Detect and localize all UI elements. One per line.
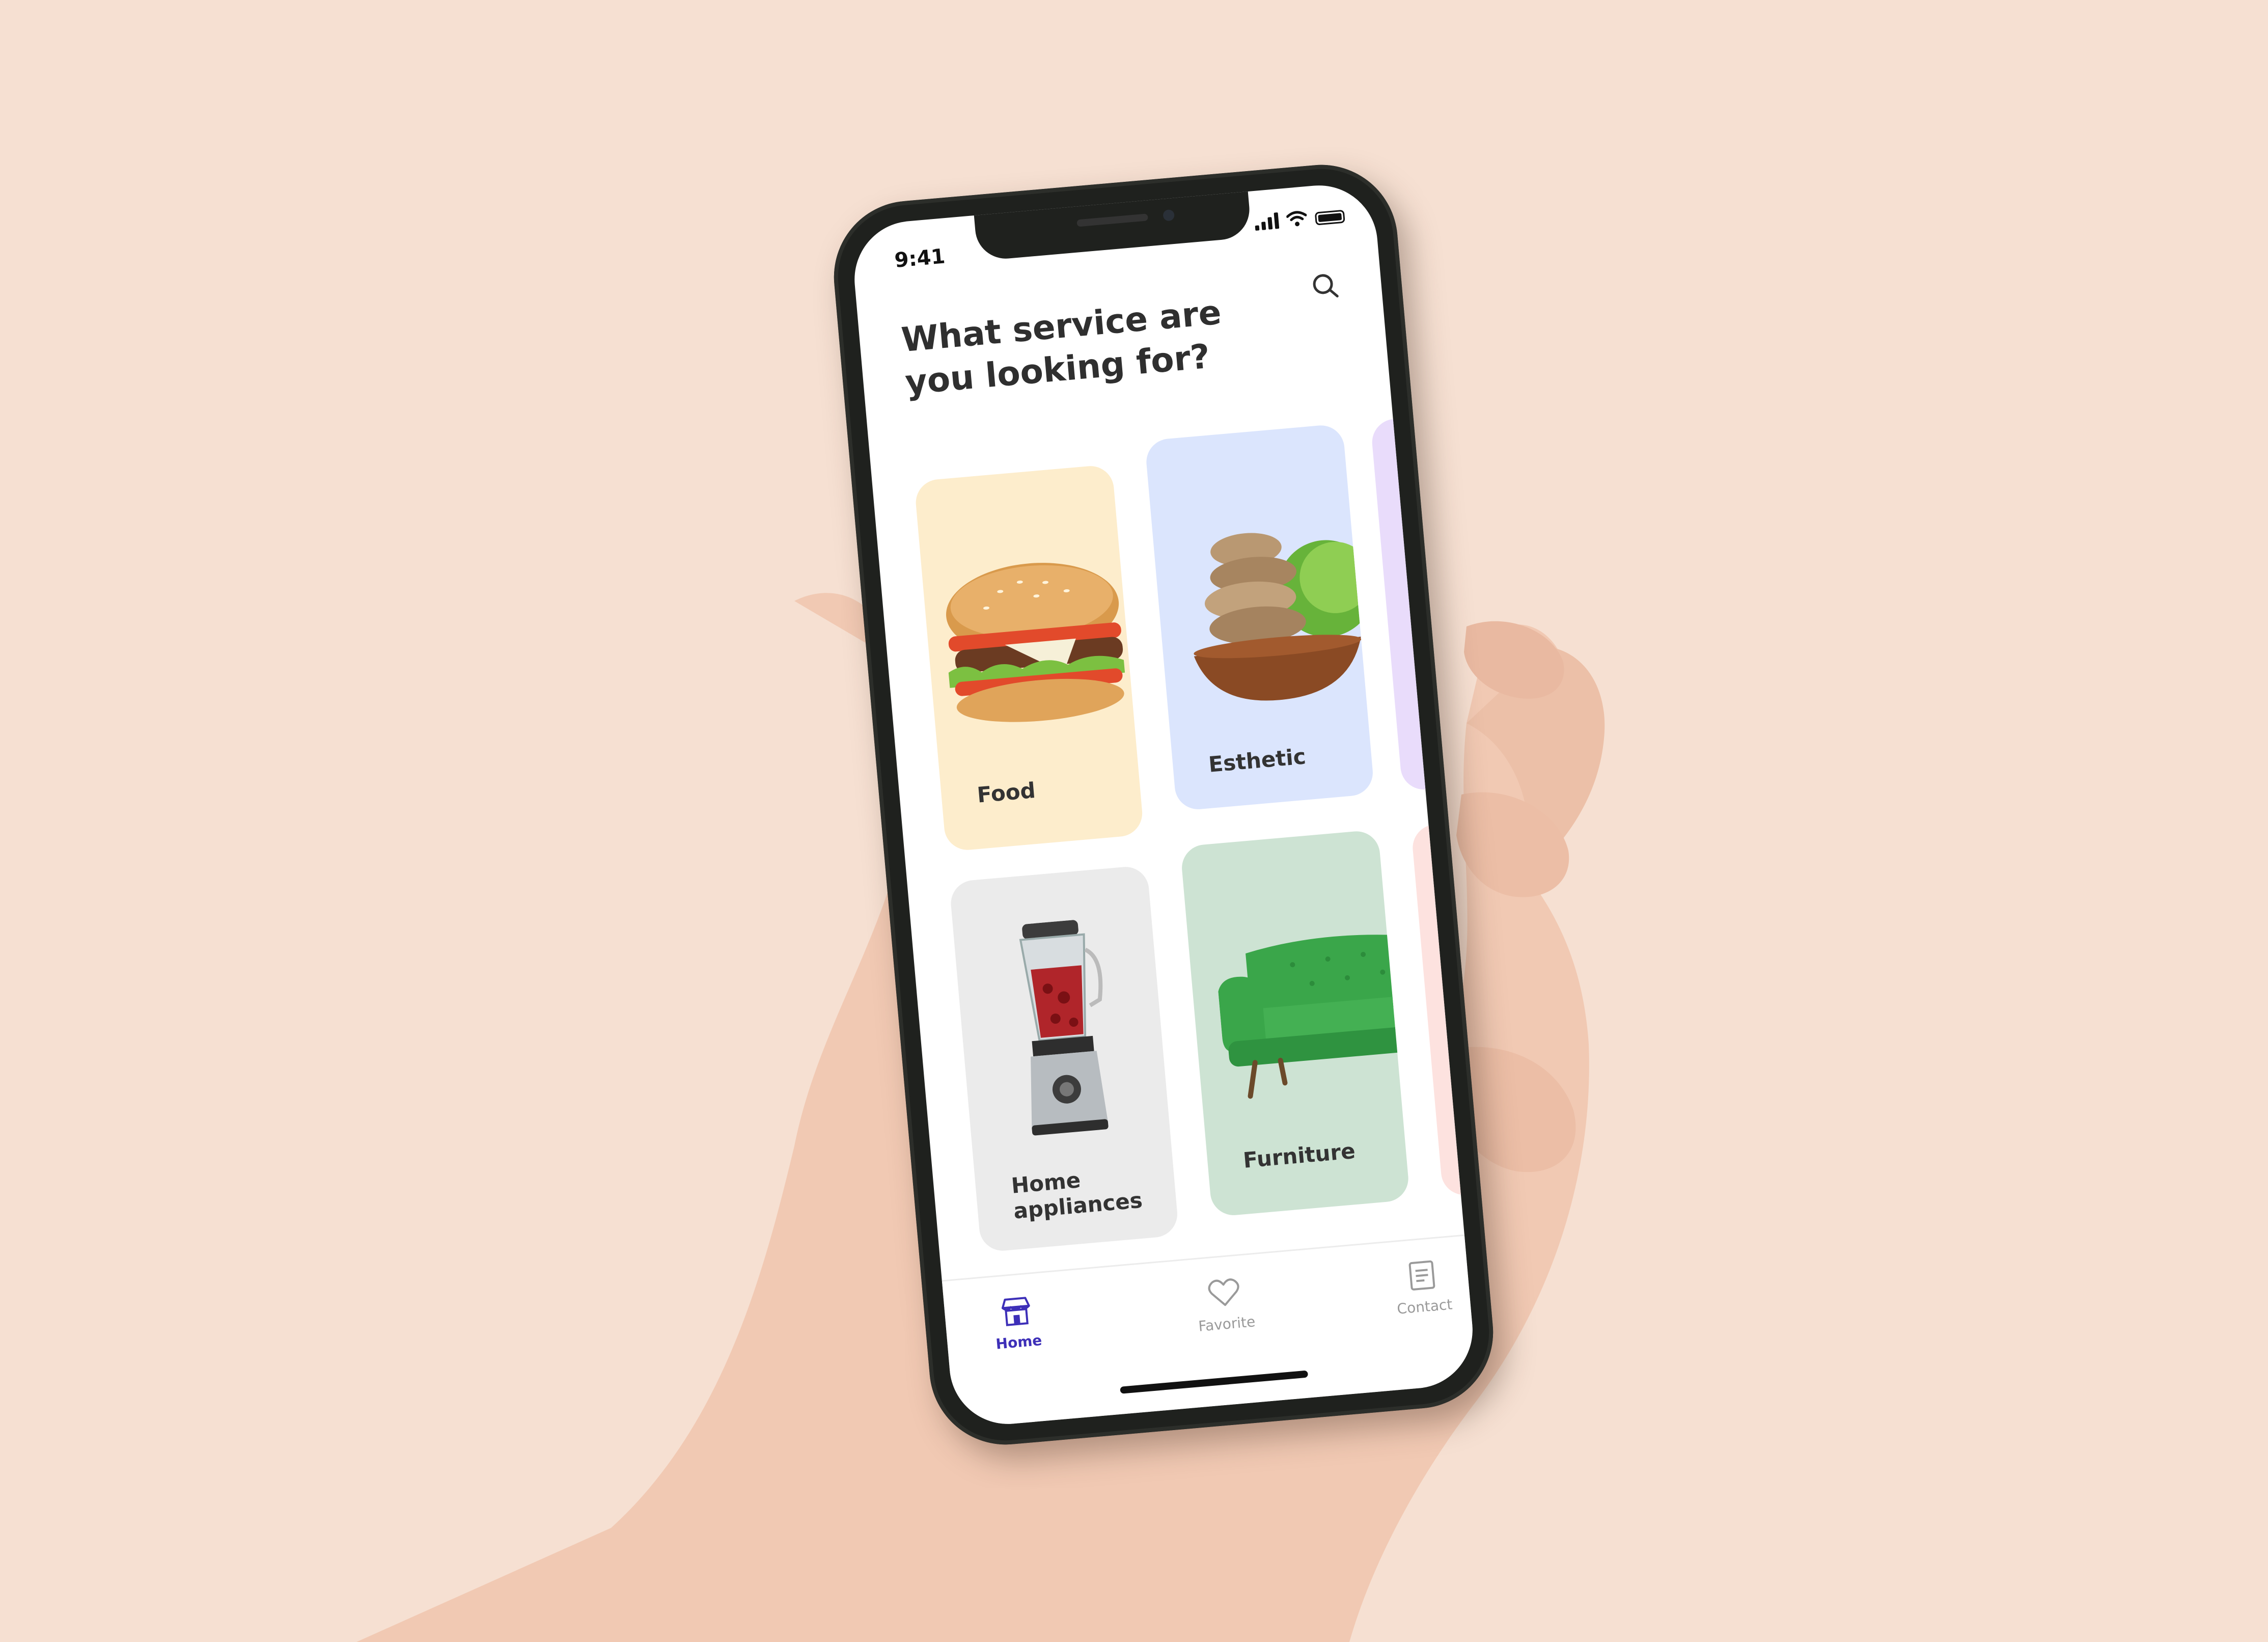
category-card-home-appliances[interactable]: Home appliances [949,865,1179,1253]
tab-label: Favorite [1198,1313,1256,1335]
category-label: Home appliances [1010,1167,1144,1224]
speaker [1076,213,1148,227]
burger-image [946,563,1125,722]
app-screen: 9:41 What service are you looking for? F… [849,180,1478,1429]
tab-home[interactable]: Home [979,1293,1055,1354]
category-label: Esthetic [1207,744,1307,777]
home-indicator[interactable] [1120,1370,1309,1394]
tab-favorite[interactable]: Favorite [1182,1274,1268,1336]
home-icon [1001,1297,1030,1326]
category-card-food[interactable]: Food [914,464,1144,852]
phone-device: 9:41 What service are you looking for? F… [827,158,1500,1451]
blender-image [1019,920,1109,1136]
category-card-furniture[interactable]: Furniture [1180,829,1410,1217]
battery-icon [1314,209,1345,226]
status-time: 9:41 [893,244,947,272]
front-camera [1163,209,1175,222]
category-label: Furniture [1242,1138,1357,1173]
page-title: What service are you looking for? [900,292,1223,402]
signal-icon [1254,211,1280,231]
tab-label: Contact [1396,1296,1453,1318]
tab-label: Home [995,1331,1043,1353]
category-label: Food [976,777,1037,808]
heart-icon [1208,1278,1239,1306]
sofa-image [1218,935,1407,1099]
status-icons [1254,206,1345,231]
spa-stones-image [1194,533,1367,701]
search-icon[interactable] [1309,269,1342,303]
contact-icon [1408,1260,1435,1291]
tab-contact[interactable]: Contact [1380,1256,1466,1319]
wifi-icon [1286,211,1307,227]
category-card-esthetic[interactable]: Esthetic [1144,423,1375,811]
